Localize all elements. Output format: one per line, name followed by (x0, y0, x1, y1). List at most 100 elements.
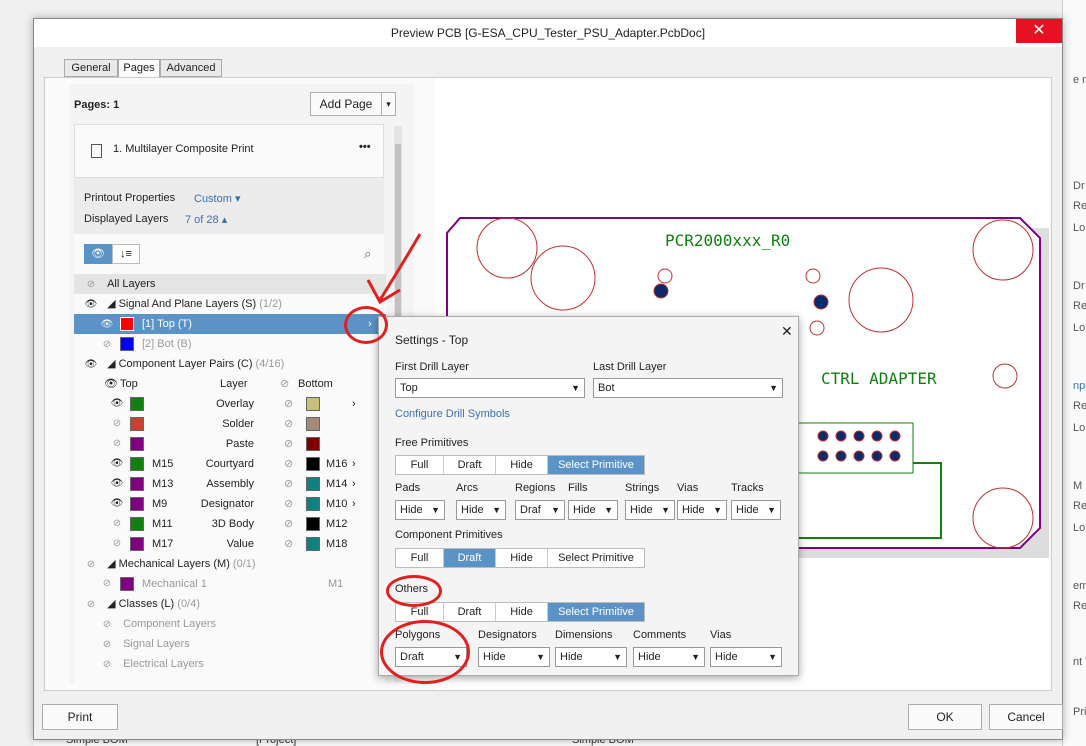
eye-hidden-icon[interactable]: ⊘ (284, 454, 293, 474)
layer-pair-row[interactable]: 👁 M13 Assembly ⊘ M14 › (74, 474, 386, 494)
chevron-right-icon[interactable]: › (352, 474, 356, 494)
printout-value[interactable]: Custom ▾ (194, 192, 240, 205)
first-drill-select[interactable]: Top ▼ (395, 378, 585, 398)
primitive-select[interactable]: Hide ▼ (731, 500, 781, 520)
class-row[interactable]: ⊘ Electrical Layers (74, 654, 386, 674)
comp-full-option[interactable]: Full (396, 549, 444, 567)
others-hide-option[interactable]: Hide (496, 603, 548, 621)
eye-icon[interactable]: 👁 (110, 454, 124, 474)
all-layers-row[interactable]: ⊘ All Layers (74, 274, 386, 294)
color-swatch[interactable] (130, 477, 144, 491)
last-drill-select[interactable]: Bot ▼ (593, 378, 783, 398)
tab-general[interactable]: General (64, 59, 118, 77)
color-swatch[interactable] (306, 437, 320, 451)
primitive-select[interactable]: Hide ▼ (395, 500, 445, 520)
eye-icon[interactable]: 👁 (110, 394, 124, 414)
add-page-button[interactable]: Add Page ▾ (310, 92, 396, 116)
cancel-button[interactable]: Cancel (989, 704, 1063, 730)
color-swatch[interactable] (306, 517, 320, 531)
mech-layer-row[interactable]: ⊘ Mechanical 1 M1 (74, 574, 386, 594)
color-swatch[interactable] (306, 457, 320, 471)
ok-button[interactable]: OK (908, 704, 982, 730)
eye-hidden-icon[interactable]: ⊘ (100, 635, 114, 655)
others-draft-option[interactable]: Draft (444, 603, 496, 621)
configure-drill-symbols-link[interactable]: Configure Drill Symbols (395, 408, 510, 420)
more-icon[interactable]: ••• (359, 141, 371, 153)
color-swatch[interactable] (306, 537, 320, 551)
eye-hidden-icon[interactable]: ⊘ (84, 595, 98, 615)
others-select[interactable]: Hide ▼ (633, 647, 705, 667)
signal-group-row[interactable]: 👁 ◢ Signal And Plane Layers (S) (1/2) (74, 294, 386, 314)
free-full-option[interactable]: Full (396, 456, 444, 474)
layer-pair-row[interactable]: ⊘ M17 Value ⊘ M18 (74, 534, 386, 554)
eye-icon[interactable]: 👁 (84, 355, 98, 375)
eye-hidden-icon[interactable]: ⊘ (100, 615, 114, 635)
eye-hidden-icon[interactable]: ⊘ (110, 534, 124, 554)
others-select[interactable]: Hide ▼ (710, 647, 782, 667)
color-swatch[interactable] (130, 497, 144, 511)
eye-icon[interactable]: 👁 (110, 494, 124, 514)
layer-pair-row[interactable]: ⊘ M11 3D Body ⊘ M12 (74, 514, 386, 534)
layer-pair-row[interactable]: ⊘ Paste ⊘ (74, 434, 386, 454)
others-select-primitive-option[interactable]: Select Primitive (548, 603, 644, 621)
color-swatch[interactable] (306, 497, 320, 511)
comp-select-primitive-option[interactable]: Select Primitive (548, 549, 644, 567)
displayed-layers-value[interactable]: 7 of 28 ▴ (185, 213, 227, 226)
eye-hidden-icon[interactable]: ⊘ (284, 534, 293, 554)
tab-advanced[interactable]: Advanced (160, 59, 222, 77)
primitive-select[interactable]: Hide ▼ (677, 500, 727, 520)
others-select[interactable]: Hide ▼ (478, 647, 550, 667)
chevron-right-icon[interactable]: › (352, 394, 356, 414)
primitive-select[interactable]: Hide ▼ (568, 500, 618, 520)
primitive-select[interactable]: Draf ▼ (515, 500, 565, 520)
color-swatch[interactable] (130, 457, 144, 471)
tab-pages[interactable]: Pages (118, 59, 160, 77)
primitive-select[interactable]: Hide ▼ (456, 500, 506, 520)
layer-pair-row[interactable]: 👁 Overlay ⊘ › (74, 394, 386, 414)
layer-pair-row[interactable]: ⊘ Solder ⊘ (74, 414, 386, 434)
mech-group-row[interactable]: ⊘ ◢ Mechanical Layers (M) (0/1) (74, 554, 386, 574)
color-swatch[interactable] (130, 517, 144, 531)
eye-hidden-icon[interactable]: ⊘ (110, 514, 124, 534)
print-button[interactable]: Print (42, 704, 118, 730)
layer-row-top[interactable]: 👁 [1] Top (T) › (74, 314, 386, 334)
close-icon[interactable]: ✕ (781, 323, 793, 340)
sort-icon[interactable]: ↓≡ (112, 244, 140, 264)
eye-hidden-icon[interactable]: ⊘ (110, 414, 124, 434)
color-swatch[interactable] (120, 577, 134, 591)
color-swatch[interactable] (306, 417, 320, 431)
class-row[interactable]: ⊘ Component Layers (74, 614, 386, 634)
close-button[interactable]: ✕ (1016, 19, 1062, 43)
eye-hidden-icon[interactable]: ⊘ (284, 414, 293, 434)
free-draft-option[interactable]: Draft (444, 456, 496, 474)
class-row[interactable]: ⊘ Signal Layers (74, 634, 386, 654)
color-swatch[interactable] (120, 317, 134, 331)
layer-pair-row[interactable]: 👁 M9 Designator ⊘ M10 › (74, 494, 386, 514)
color-swatch[interactable] (120, 337, 134, 351)
pairs-group-row[interactable]: 👁 ◢ Component Layer Pairs (C) (4/16) (74, 354, 386, 374)
layer-pair-row[interactable]: 👁 M15 Courtyard ⊘ M16 › (74, 454, 386, 474)
primitive-select[interactable]: Hide ▼ (625, 500, 675, 520)
eye-hidden-icon[interactable]: ⊘ (84, 555, 98, 575)
expand-icon[interactable]: ◢ (107, 298, 115, 310)
page-card[interactable]: 1. Multilayer Composite Print ••• (74, 124, 384, 178)
eye-hidden-icon[interactable]: ⊘ (284, 434, 293, 454)
expand-icon[interactable]: ◢ (107, 598, 115, 610)
color-swatch[interactable] (306, 397, 320, 411)
classes-group-row[interactable]: ⊘ ◢ Classes (L) (0/4) (74, 594, 386, 614)
chevron-right-icon[interactable]: › (352, 454, 356, 474)
eye-icon[interactable]: 👁 (110, 474, 124, 494)
color-swatch[interactable] (130, 537, 144, 551)
eye-hidden-icon[interactable]: ⊘ (100, 655, 114, 675)
eye-icon[interactable]: 👁 (84, 244, 112, 264)
eye-hidden-icon[interactable]: ⊘ (84, 275, 98, 295)
free-select-primitive-option[interactable]: Select Primitive (548, 456, 644, 474)
eye-icon[interactable]: 👁 (100, 315, 114, 335)
color-swatch[interactable] (130, 417, 144, 431)
color-swatch[interactable] (130, 397, 144, 411)
eye-hidden-icon[interactable]: ⊘ (284, 514, 293, 534)
others-select[interactable]: Hide ▼ (555, 647, 627, 667)
eye-icon[interactable]: 👁 (84, 295, 98, 315)
eye-hidden-icon[interactable]: ⊘ (100, 574, 114, 594)
dropdown-arrow-icon[interactable]: ▾ (381, 93, 395, 115)
